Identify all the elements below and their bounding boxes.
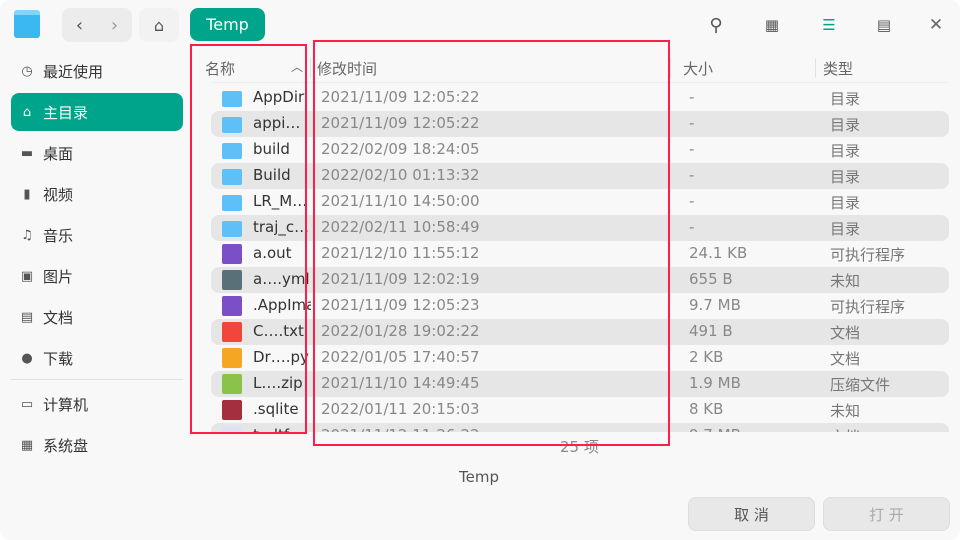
file-modified: 2022/01/05 17:40:57 (321, 348, 480, 366)
file-modified: 2021/12/10 11:55:12 (321, 244, 480, 262)
file-row[interactable]: .sqlite 2022/01/11 20:15:03 8 KB 未知 (211, 397, 949, 423)
file-modified: 2022/02/11 10:58:49 (321, 218, 480, 236)
file-icon (222, 400, 242, 420)
current-folder-name: Temp (459, 468, 499, 486)
file-icon (222, 244, 242, 264)
file-row[interactable]: C….txt 2022/01/28 19:02:22 491 B 文档 (211, 319, 949, 345)
file-type: 压缩文件 (830, 376, 891, 394)
file-type: 目录 (830, 142, 861, 160)
file-type: 可执行程序 (830, 246, 906, 264)
file-size: 8 KB (689, 400, 724, 418)
file-type: 未知 (830, 272, 861, 290)
file-row[interactable]: AppDir 2021/11/09 12:05:22 - 目录 (211, 85, 949, 111)
folder-icon (222, 143, 242, 159)
file-row[interactable]: a….yml 2021/11/09 12:02:19 655 B 未知 (211, 267, 949, 293)
file-type: 目录 (830, 194, 861, 212)
file-icon (222, 270, 242, 290)
file-type: 文档 (830, 350, 861, 368)
file-type: 文档 (830, 426, 860, 432)
file-row[interactable]: L….zip 2021/11/10 14:49:45 1.9 MB 压缩文件 (211, 371, 949, 397)
file-size: - (689, 140, 695, 158)
file-row[interactable]: build 2022/02/09 18:24:05 - 目录 (211, 137, 949, 163)
file-size: 1.9 MB (689, 374, 741, 392)
file-dialog: ‹ › ⌂ Temp ⚲ ▦ ☰ ▤ ✕ ◷ 最近使用 ⌂ 主目录 ▬ 桌面 ▮ 视频 ♫ 音乐 ▣… (0, 0, 960, 540)
file-name: Dr….py (253, 348, 309, 366)
folder-icon (222, 195, 242, 211)
file-type: 可执行程序 (830, 298, 906, 316)
file-name: .sqlite (253, 400, 299, 418)
file-modified: 2021/11/12 11:26:22 (321, 426, 480, 432)
file-size: 9.7 MB (689, 426, 741, 432)
file-size: 9.7 MB (689, 296, 741, 314)
sidebar-item-label: 系统盘 (43, 436, 89, 455)
file-row[interactable]: traj_c… 2022/02/11 10:58:49 - 目录 (211, 215, 949, 241)
file-name: a.out (253, 244, 292, 262)
file-size: - (689, 192, 695, 210)
item-count: 25 项 (560, 438, 599, 456)
file-name: C….txt (253, 322, 304, 340)
file-size: 491 B (689, 322, 733, 340)
folder-icon (222, 221, 242, 237)
file-name: appi… (253, 114, 301, 132)
file-size: - (689, 166, 695, 184)
file-row[interactable]: .AppIma 2021/11/09 12:05:23 9.7 MB 可执行程序 (211, 293, 949, 319)
file-row[interactable]: a.out 2021/12/10 11:55:12 24.1 KB 可执行程序 (211, 241, 949, 267)
file-name: .AppIma (253, 296, 311, 314)
file-icon (222, 322, 242, 342)
file-modified: 2022/01/11 20:15:03 (321, 400, 480, 418)
file-size: - (689, 218, 695, 236)
open-button[interactable]: 打 开 (823, 497, 950, 531)
file-name: AppDir (253, 88, 305, 106)
file-type: 目录 (830, 116, 861, 134)
file-size: - (689, 114, 695, 132)
cancel-button[interactable]: 取 消 (688, 497, 815, 531)
file-modified: 2022/01/28 19:02:22 (321, 322, 480, 340)
file-row[interactable]: appi… 2021/11/09 12:05:22 - 目录 (211, 111, 949, 137)
file-name: L….zip (253, 374, 303, 392)
file-row[interactable]: Build 2022/02/10 01:13:32 - 目录 (211, 163, 949, 189)
file-type: 文档 (830, 324, 861, 342)
file-name: LR_M… (253, 192, 308, 210)
file-icon (222, 374, 242, 394)
file-modified: 2021/11/09 12:05:23 (321, 296, 480, 314)
folder-icon (222, 91, 242, 107)
file-row[interactable]: t…ltf 2021/11/12 11:26:22 9.7 MB 文档 (211, 423, 949, 432)
file-row[interactable]: Dr….py 2022/01/05 17:40:57 2 KB 文档 (211, 345, 949, 371)
file-name: build (253, 140, 290, 158)
file-icon (222, 348, 242, 368)
file-size: 655 B (689, 270, 733, 288)
file-name: a….yml (253, 270, 310, 288)
file-modified: 2021/11/09 12:02:19 (321, 270, 480, 288)
file-name: t…ltf (253, 426, 311, 432)
file-size: 24.1 KB (689, 244, 748, 262)
file-type: 目录 (830, 220, 861, 238)
file-type: 未知 (830, 402, 861, 420)
file-icon (222, 426, 242, 432)
file-modified: 2021/11/09 12:05:22 (321, 114, 480, 132)
file-size: - (689, 88, 695, 106)
file-type: 目录 (830, 168, 861, 186)
file-name: traj_c… (253, 218, 310, 236)
file-modified: 2022/02/10 01:13:32 (321, 166, 480, 184)
folder-icon (222, 117, 242, 133)
file-icon (222, 296, 242, 316)
file-modified: 2021/11/10 14:49:45 (321, 374, 480, 392)
file-modified: 2022/02/09 18:24:05 (321, 140, 480, 158)
folder-icon (222, 169, 242, 185)
file-size: 2 KB (689, 348, 724, 366)
file-row[interactable]: LR_M… 2021/11/10 14:50:00 - 目录 (211, 189, 949, 215)
file-name: Build (253, 166, 291, 184)
disk-icon: ▦ (20, 437, 34, 453)
file-modified: 2021/11/09 12:05:22 (321, 88, 480, 106)
file-modified: 2021/11/10 14:50:00 (321, 192, 480, 210)
file-type: 目录 (830, 90, 861, 108)
